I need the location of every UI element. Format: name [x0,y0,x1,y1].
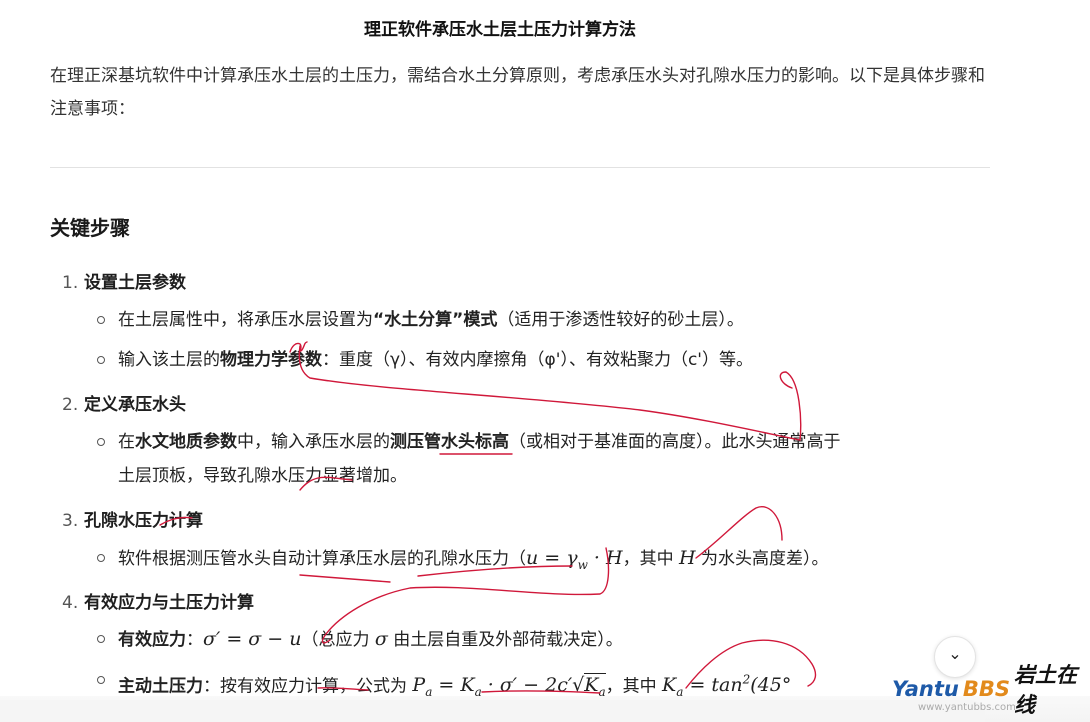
step-title: 定义承压水头 [84,395,186,415]
list-item: 软件根据测压管水头自动计算承压水层的孔隙水压力（u = γw · H，其中 H … [96,541,828,582]
formula-active-pressure: Pa = Ka · σ′ − 2c′√Ka [412,673,606,700]
page-title: 理正软件承压水土层土压力计算方法 [364,20,636,40]
bullet-circle-icon [96,622,108,656]
step-title: 设置土层参数 [84,273,186,293]
step-title: 孔隙水压力计算 [84,511,203,531]
scroll-down-button[interactable]: ⌄ [934,636,976,678]
list-item: 在土层属性中，将承压水层设置为“水土分算”模式（适用于渗透性较好的砂土层）。 [96,303,744,337]
step-number: 2. [62,395,79,415]
formula-pore-pressure: u = γw · H [526,547,623,572]
step-number: 1. [62,273,79,293]
watermark-logo: Yantu BBS 岩土在线 [892,663,1077,717]
divider [50,167,990,168]
bullet-circle-icon [96,425,108,459]
section-heading: 关键步骤 [50,216,130,240]
bullet-circle-icon [96,343,108,377]
bullet-circle-icon [96,303,108,337]
list-item: 在水文地质参数中，输入承压水层的测压管水头标高（或相对于基准面的高度）。此水头通… [96,425,841,493]
formula-ka: Ka = tan2(45° [662,673,792,700]
chat-input-strip[interactable] [0,700,985,722]
list-item: 输入该土层的物理力学参数：重度（γ）、有效内摩擦角（φ'）、有效粘聚力（c'）等… [96,343,753,377]
list-item: 有效应力：σ′ = σ − u（总应力 σ 由土层自重及外部荷载决定）。 [96,622,623,657]
step-2: 2. 定义承压水头 [62,390,186,415]
step-number: 3. [62,511,79,531]
chevron-down-icon: ⌄ [948,643,962,663]
bullet-circle-icon [96,541,108,575]
watermark-url: www.yantubbs.com [918,702,1016,713]
formula-effective-stress: σ′ = σ − u [203,628,302,650]
intro-paragraph: 在理正深基坑软件中计算承压水土层的土压力，需结合水土分算原则，考虑承压水头对孔隙… [50,66,985,119]
step-number: 4. [62,593,79,613]
step-4: 4. 有效应力与土压力计算 [62,588,254,613]
step-3: 3. 孔隙水压力计算 [62,506,203,531]
step-1: 1. 设置土层参数 [62,268,186,293]
bullet-circle-icon [96,663,108,697]
step-title: 有效应力与土压力计算 [84,593,254,613]
